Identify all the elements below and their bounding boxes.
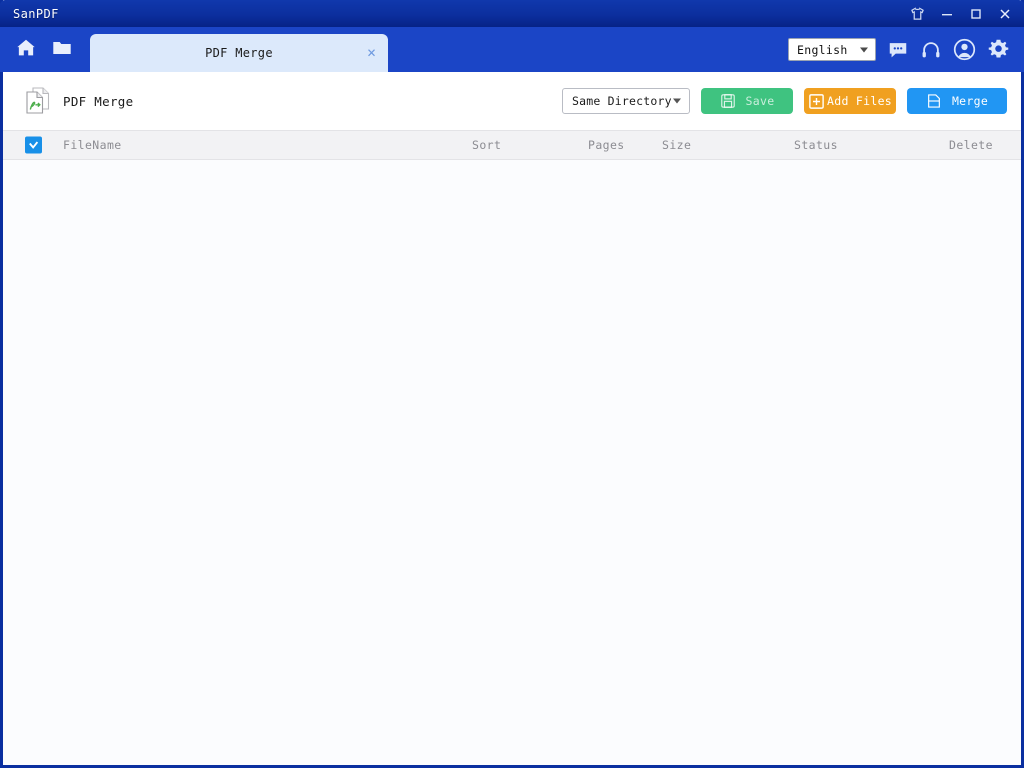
column-header-pages[interactable]: Pages: [588, 138, 625, 152]
user-icon[interactable]: [953, 38, 976, 61]
maximize-icon[interactable]: [962, 2, 989, 26]
minimize-icon[interactable]: [933, 2, 960, 26]
column-header-size[interactable]: Size: [662, 138, 691, 152]
pdf-merge-icon: [23, 83, 53, 119]
app-title: SanPDF: [13, 6, 59, 21]
output-directory-value: Same Directory: [572, 94, 672, 108]
column-header-status[interactable]: Status: [794, 138, 838, 152]
window-controls: [904, 0, 1018, 27]
headset-icon[interactable]: [920, 39, 942, 61]
settings-icon[interactable]: [987, 38, 1010, 61]
language-value: English: [797, 42, 848, 57]
tab-label: PDF Merge: [205, 46, 273, 60]
tab-pdf-merge[interactable]: PDF Merge ×: [90, 34, 388, 72]
title-bar: SanPDF: [0, 0, 1024, 27]
merge-button[interactable]: Merge: [907, 88, 1007, 114]
file-table-header: FileName Sort Pages Size Status Delete: [3, 130, 1021, 160]
save-button[interactable]: Save: [701, 88, 793, 114]
page-title-group: PDF Merge: [23, 83, 133, 119]
column-header-filename[interactable]: FileName: [63, 138, 122, 152]
skin-icon[interactable]: [904, 2, 931, 26]
chat-icon[interactable]: [887, 39, 909, 61]
add-files-label: Add Files: [827, 94, 893, 108]
select-all-checkbox[interactable]: [25, 136, 42, 154]
page-title: PDF Merge: [63, 93, 134, 109]
language-select[interactable]: English: [788, 38, 876, 61]
tab-close-icon[interactable]: ×: [367, 45, 376, 61]
nav-bar: PDF Merge × English: [0, 27, 1024, 72]
column-header-sort[interactable]: Sort: [472, 138, 501, 152]
output-directory-select[interactable]: Same Directory: [562, 88, 690, 114]
chevron-down-icon: [673, 98, 681, 104]
folder-icon[interactable]: [49, 35, 75, 61]
column-header-delete[interactable]: Delete: [949, 138, 993, 152]
nav-right-group: English: [788, 27, 1010, 72]
merge-label: Merge: [951, 94, 989, 108]
close-icon[interactable]: [991, 2, 1018, 26]
save-icon: [720, 93, 736, 109]
nav-left-icons: [13, 27, 75, 72]
page-header: PDF Merge Same Directory Save Add Files …: [3, 72, 1021, 130]
merge-icon: [926, 93, 942, 109]
chevron-down-icon: [860, 47, 868, 52]
save-label: Save: [745, 94, 775, 108]
page-actions: Same Directory Save Add Files Merge: [562, 88, 1007, 114]
plus-icon: [808, 93, 825, 110]
app-window: SanPDF PDF Merge × English PDF Merge Sam…: [0, 0, 1024, 768]
home-icon[interactable]: [13, 35, 39, 61]
add-files-button[interactable]: Add Files: [804, 88, 896, 114]
file-list-empty-area[interactable]: [3, 160, 1021, 765]
